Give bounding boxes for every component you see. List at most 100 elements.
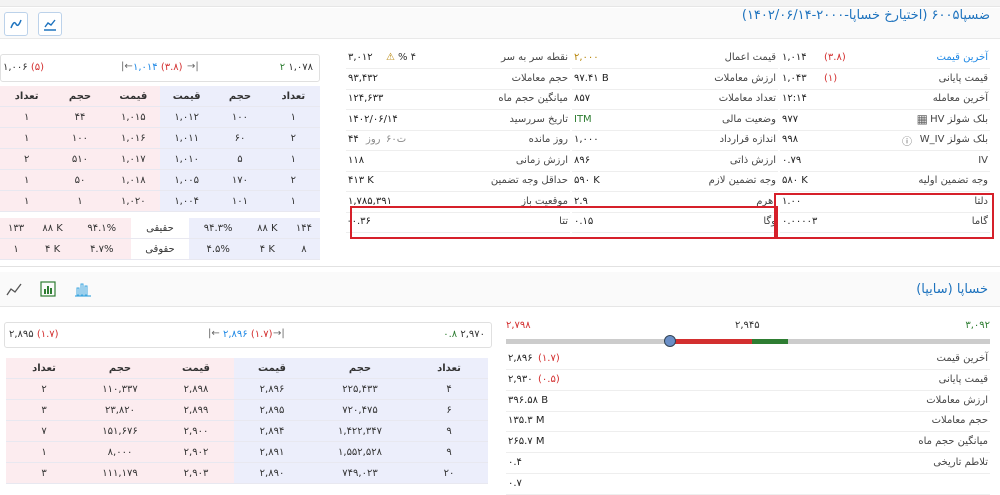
info-value: ۹۹۸: [782, 134, 799, 145]
info-row: نقطه سر به سر ۳,۰۱۲ ⚠% ۴: [346, 48, 570, 69]
option-title[interactable]: ضسپا۶۰۰۵ (اختیارخ خساپا-۲۰۰۰-۱۴۰۲/۰۶/۱۴): [742, 8, 990, 23]
order-cell: ۲,۸۹۸: [158, 378, 234, 400]
order-row: ۲ ۵۱۰ ۱,۰۱۷ ۱,۰۱۰ ۵ ۱: [0, 148, 320, 170]
summary-cell: ۴ K: [32, 238, 74, 260]
stat-label: ارزش معاملات: [926, 394, 988, 406]
info-row: وجه تضمین اولیه ۵۸۰ K: [780, 171, 990, 192]
summary-cell: ۴.۵%: [189, 238, 247, 260]
range-high: ۳,۰۹۲: [965, 320, 990, 331]
info-label: ارزش ذاتی: [729, 154, 776, 166]
breakeven-warning-icon: ⚠: [386, 52, 395, 63]
candle-chart-icon[interactable]: [4, 12, 28, 36]
volume-chart-icon[interactable]: [74, 281, 92, 300]
info-extra: ۶۰ت: [386, 134, 407, 145]
info-change: (۱): [824, 72, 838, 84]
order-row: ۲ ۱۱۰,۳۳۷ ۲,۸۹۸ ۲,۸۹۶ ۲۲۵,۴۳۳ ۴: [6, 378, 488, 400]
stat-label: آخرین قیمت: [936, 353, 988, 364]
stat-value: ۲,۹۳۰: [508, 373, 533, 385]
stat-change: (۰.۵): [538, 373, 560, 385]
info-row: قیمت اعمال ۲,۰۰۰: [572, 48, 778, 69]
order-cell: ۳: [6, 399, 82, 421]
info-label: IV: [978, 154, 988, 166]
bar-chart-icon[interactable]: [40, 281, 56, 300]
order-cell: ۱: [0, 169, 54, 191]
info-row: آخرین قیمت ۱,۰۱۴ (۳.۸): [780, 48, 990, 69]
info-row: قیمت پایانی ۱,۰۴۳ (۱): [780, 69, 990, 90]
underlying-order-book: تعداد حجم قیمت قیمت حجم تعداد ۲ ۱۱۰,۳۳۷ ۲,…: [6, 358, 488, 484]
order-cell: ۸,۰۰۰: [82, 441, 158, 463]
order-cell: ۲: [6, 378, 82, 400]
info-label: تاریخ سررسید: [509, 113, 568, 125]
col-header: تعداد: [6, 358, 82, 379]
underlying-title[interactable]: خساپا (سایپا): [916, 282, 988, 297]
line-chart-icon[interactable]: [6, 281, 22, 300]
order-cell: ۱,۰۱۶: [106, 127, 160, 149]
slider-thumb[interactable]: [664, 335, 676, 347]
order-cell: ۵۱۰: [53, 148, 107, 170]
underlying-mid: ۲,۸۹۶: [223, 329, 248, 340]
order-cell: ۲۳,۸۲۰: [82, 399, 158, 421]
order-cell: ۱,۵۵۲,۵۲۸: [310, 441, 410, 463]
order-cell: ۶۰: [213, 127, 267, 149]
underlying-high: ۲,۹۷۰: [460, 329, 485, 340]
price-range-slider[interactable]: [506, 335, 990, 347]
order-cell: ۲,۸۹۶: [234, 378, 310, 400]
order-cell: ۱: [0, 127, 54, 149]
stat-change: (۱.۷): [538, 353, 560, 364]
order-cell: ۹: [410, 441, 488, 463]
order-cell: ۲,۸۹۱: [234, 441, 310, 463]
order-cell: ۲,۸۹۴: [234, 420, 310, 442]
stat-value: ۰.۴: [508, 457, 522, 468]
stat-value: ۳۹۶.۵۸ B: [508, 394, 549, 406]
info-label: روز مانده: [528, 134, 568, 145]
info-value: ۱۱۸: [348, 154, 365, 166]
info-value: ۲.۹: [574, 195, 588, 207]
info-label: قیمت اعمال: [724, 52, 776, 63]
order-cell: ۱,۰۰۵: [159, 169, 214, 191]
stat-row: حجم معاملات ۱۳۵.۳ M: [506, 411, 990, 433]
info-value: ۱۴۰۲/۰۶/۱۴: [348, 113, 398, 125]
info-row: حداقل وجه تضمین ۴۱۳ K: [346, 171, 570, 192]
info-icon[interactable]: ⓘ: [902, 133, 912, 148]
info-label: بلک شولز W_IV: [919, 134, 988, 145]
underlying-header: [0, 272, 1000, 307]
order-cell: ۷۴۹,۰۲۳: [310, 462, 410, 484]
line-chart-icon[interactable]: [38, 12, 62, 36]
order-cell: ۱۰۰: [53, 127, 107, 149]
stat-value: ۲۶۵.۷ M: [508, 436, 545, 448]
info-value: ۹۷۷: [782, 113, 799, 125]
order-cell: ۱,۰۱۰: [159, 148, 214, 170]
option-high-mark: ۲: [279, 62, 286, 73]
order-cell: ۱۷۰: [213, 169, 267, 191]
summary-cell: ۹۴.۱%: [73, 218, 131, 239]
stat-value: ۱۳۵.۳ M: [508, 415, 545, 427]
underlying-low-change: (۱.۷): [36, 329, 59, 340]
order-cell: ۲: [266, 169, 320, 191]
summary-cell: ۴.۷%: [73, 238, 131, 260]
order-cell: ۱,۰۱۵: [106, 106, 160, 128]
order-cell: ۱: [266, 106, 320, 128]
order-row: ۱ ۸,۰۰۰ ۲,۹۰۲ ۲,۸۹۱ ۱,۵۵۲,۵۲۸ ۹: [6, 441, 488, 463]
col-header: تعداد: [410, 358, 488, 379]
order-cell: ۱۰۰: [213, 106, 267, 128]
order-cell: ۲,۹۰۳: [158, 462, 234, 484]
calculator-icon[interactable]: ▦: [917, 112, 928, 126]
order-row: ۱ ۵۰ ۱,۰۱۸ ۱,۰۰۵ ۱۷۰ ۲: [0, 169, 320, 191]
info-value: ۰.۷۹: [782, 154, 802, 166]
summary-cell: حقیقی: [130, 218, 190, 239]
order-cell: ۲: [266, 127, 320, 149]
info-label: اندازه قرارداد: [719, 134, 776, 145]
stat-label: قیمت پایانی: [938, 373, 988, 385]
summary-cell: ۹۴.۳%: [189, 218, 247, 239]
info-value: ۹۳,۴۳۲: [348, 72, 379, 84]
order-cell: ۴۴: [53, 106, 107, 128]
info-row: وجه تضمین لازم ۵۹۰ K: [572, 171, 778, 192]
info-percent: % ۴: [398, 52, 417, 63]
summary-cell: ۱۴۴: [287, 218, 320, 239]
info-label: وجه تضمین اولیه: [918, 175, 988, 186]
info-value: ۸۹۶: [574, 154, 591, 166]
info-label: تعداد معاملات: [718, 93, 776, 104]
info-value: ۱۲:۱۴: [782, 93, 807, 104]
order-cell: ۹: [410, 420, 488, 442]
info-label: ارزش زمانی: [515, 154, 568, 166]
